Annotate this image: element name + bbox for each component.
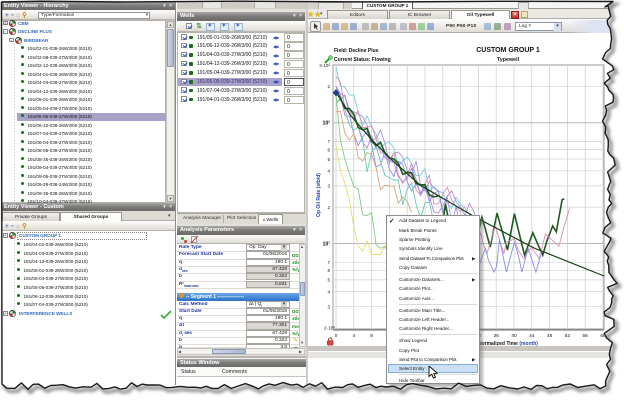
- svg-text:0: 0: [335, 333, 338, 339]
- svg-text:48: 48: [547, 333, 553, 339]
- svg-text:44: 44: [529, 333, 535, 339]
- svg-text:40: 40: [511, 333, 517, 339]
- svg-text:3: 3: [327, 305, 330, 310]
- svg-text:5: 5: [327, 157, 330, 162]
- svg-text:7: 7: [327, 139, 330, 144]
- svg-text:6: 6: [327, 147, 330, 152]
- svg-text:2: 2: [327, 205, 330, 210]
- svg-text:60: 60: [600, 333, 606, 339]
- svg-text:5: 5: [327, 278, 330, 283]
- svg-text:3: 3: [327, 184, 330, 189]
- svg-text:8: 8: [370, 333, 373, 339]
- svg-text:36: 36: [494, 333, 500, 339]
- svg-text:2: 2: [327, 84, 330, 89]
- svg-text:4: 4: [327, 169, 330, 174]
- svg-text:7: 7: [327, 260, 330, 265]
- svg-text:52: 52: [565, 333, 571, 339]
- svg-text:6: 6: [327, 268, 330, 273]
- svg-text:4: 4: [352, 333, 355, 339]
- svg-text:10²: 10²: [323, 121, 331, 127]
- svg-text:3·10²: 3·10²: [319, 63, 330, 68]
- svg-text:10¹: 10¹: [323, 241, 331, 247]
- svg-text:4: 4: [327, 289, 330, 294]
- svg-text:56: 56: [583, 333, 589, 339]
